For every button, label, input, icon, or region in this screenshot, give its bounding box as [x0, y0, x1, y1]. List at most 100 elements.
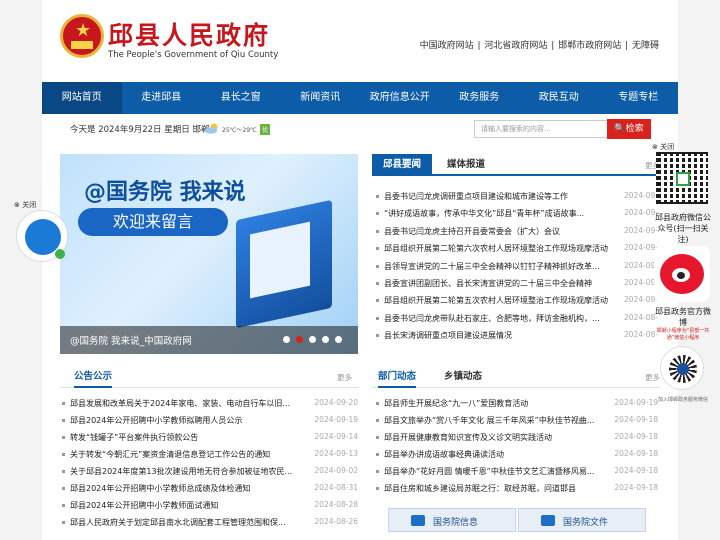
- list-item[interactable]: 县领导宣讲党的二十届三中全会精神以钉钉子精神抓好改革... 2024-09-: [376, 258, 658, 275]
- link-gov-cn[interactable]: 中国政府网站: [420, 41, 474, 51]
- mini-program-qr-icon[interactable]: [660, 346, 704, 390]
- list-item-title[interactable]: 关于邱县2024年度第13批次建设用地无符合参加被征地农民...: [70, 466, 292, 477]
- list-item-title[interactable]: 关于转发“今朝汇元”案资金清退信息登记工作公告的通知: [70, 449, 270, 460]
- tab-county-news[interactable]: 邱县要闻: [372, 154, 432, 176]
- list-item[interactable]: 邱县文旅举办“赏八千年文化 展三千年风采”中秋佳节视曲... 2024-09-18: [376, 412, 658, 429]
- search-input[interactable]: 请输入要搜索的内容...: [474, 120, 608, 138]
- list-item-title[interactable]: 县委书记闫龙虎调研重点项目建设和城市建设等工作: [384, 191, 568, 202]
- carousel-dot[interactable]: [322, 336, 329, 343]
- national-emblem-icon[interactable]: ★: [60, 14, 104, 58]
- tab-media[interactable]: 媒体报道: [436, 154, 496, 176]
- list-item[interactable]: 邱县举办“花好月圆 情暖千恩”中秋佳节文艺汇演暨移风易... 2024-09-18: [376, 463, 658, 480]
- date-text: 今天是 2024年9月22日 星期日 邯郸: [70, 125, 210, 135]
- list-item-title[interactable]: 转发“钱罐子”平台案件执行领款公告: [70, 432, 198, 443]
- bullet-icon: [376, 299, 379, 303]
- bullet-icon: [376, 470, 379, 473]
- bullet-icon: [62, 453, 65, 456]
- list-item[interactable]: “讲好成语故事，传承中华文化”邱县“青年杯”成语故事... 2024-09-: [376, 205, 658, 222]
- list-item[interactable]: 关于邱县2024年度第13批次建设用地无符合参加被征地农民... 2024-09-…: [62, 463, 358, 480]
- list-item[interactable]: 邱县2024年公开招聘中小学教师总成绩及体检通知 2024-08-31: [62, 480, 358, 497]
- list-item-title[interactable]: 邱县2024年公开招聘中小学教师拟聘用人员公示: [70, 415, 242, 426]
- list-item[interactable]: 县长宋涛调研重点项目建设进展情况 2024-08-: [376, 327, 658, 344]
- service-gov-docs-button[interactable]: 国务院文件: [518, 508, 646, 532]
- list-item-title[interactable]: 邱县组织开展第二轮第六次农村人居环境整治工作现场观摩活动: [384, 243, 608, 254]
- carousel-dot[interactable]: [309, 336, 316, 343]
- list-item[interactable]: 县委书记闫龙虎带队赴石家庄、合肥等地，拜访金融机构，... 2024-08-: [376, 310, 658, 327]
- list-item[interactable]: 邱县发展和改革局关于2024年家电、家装、电动自行车以旧... 2024-09-2…: [62, 395, 358, 412]
- list-item-title[interactable]: 邱县组织开展第二轮第五次农村人居环境整治工作现场观摩活动: [384, 295, 608, 306]
- list-item-title[interactable]: 县委书记闫龙虎主持召开县委常委会（扩大）会议: [384, 226, 560, 237]
- list-item-title[interactable]: 县领导宣讲党的二十届三中全会精神以钉钉子精神抓好改革...: [384, 261, 600, 272]
- badge-green-dot: [55, 249, 65, 259]
- list-item[interactable]: 县委宣讲团副团长、县长宋涛宣讲党的二十届三中全会精神 2024-09-: [376, 275, 658, 292]
- list-item[interactable]: 邱县2024年公开招聘中小学教师拟聘用人员公示 2024-09-19: [62, 412, 358, 429]
- close-label: 关闭: [660, 143, 675, 151]
- list-item-title[interactable]: 邱县人民政府关于划定邱县南水北调配套工程管理范围和保...: [70, 517, 286, 528]
- list-item-title[interactable]: 邱县发展和改革局关于2024年家电、家装、电动自行车以旧...: [70, 398, 290, 409]
- main-nav: 网站首页 走进邱县 县长之窗 新闻资讯 政府信息公开 政务服务 政民互动 专题专…: [42, 82, 678, 114]
- list-item[interactable]: 邱县组织开展第二轮第六次农村人居环境整治工作现场观摩活动 2024-09-: [376, 240, 658, 257]
- list-item-title[interactable]: 邱县住房和城乡建设局苏眠之行：取经苏眠，问道邯县: [384, 483, 576, 494]
- list-item[interactable]: 邱县组织开展第二轮第五次农村人居环境整治工作现场观摩活动 2024-09-: [376, 292, 658, 309]
- search-button[interactable]: 🔍检索: [607, 119, 651, 139]
- close-button[interactable]: ⊗ 关闭: [652, 142, 714, 152]
- tab-dept-news[interactable]: 部门动态: [378, 366, 417, 388]
- date-bar: 今天是 2024年9月22日 星期日 邯郸 25℃～29℃ 优 请输入要搜索的内…: [42, 114, 678, 144]
- banner-carousel[interactable]: @国务院 我来说 欢迎来留言 @国务院 我来说_中国政府网: [60, 154, 358, 354]
- list-item[interactable]: 邱县师生开展纪念“九一八”爱国教育活动 2024-09-19: [376, 395, 658, 412]
- nav-topics[interactable]: 专题专栏: [599, 82, 679, 114]
- nav-interaction[interactable]: 政民互动: [519, 82, 599, 114]
- nav-gov-info[interactable]: 政府信息公开: [360, 82, 440, 114]
- list-item[interactable]: 县委书记闫龙虎调研重点项目建设和城市建设等工作 2024-09-: [376, 188, 658, 205]
- link-hebei[interactable]: 河北省政府网站: [484, 41, 547, 51]
- link-handan[interactable]: 邯郸市政府网站: [558, 41, 621, 51]
- list-item-title[interactable]: 邱县2024年公开招聘中小学教师总成绩及体检通知: [70, 483, 250, 494]
- list-item[interactable]: 邱县人民政府关于划定邱县南水北调配套工程管理范围和保... 2024-08-26: [62, 514, 358, 531]
- list-item-title[interactable]: “讲好成语故事，传承中华文化”邱县“青年杯”成语故事...: [384, 208, 584, 219]
- mini-qr-logo: [677, 363, 689, 375]
- bullet-icon: [376, 264, 379, 268]
- list-item[interactable]: 关于转发“今朝汇元”案资金清退信息登记工作公告的通知 2024-09-13: [62, 446, 358, 463]
- list-item-title[interactable]: 邱县2024年公开招聘中小学教师面试通知: [70, 500, 218, 511]
- tab-notices[interactable]: 公告公示: [74, 366, 113, 388]
- service-gov-info-button[interactable]: 国务院信息: [388, 508, 516, 532]
- tab-town-news[interactable]: 乡镇动态: [444, 366, 482, 388]
- list-item-title[interactable]: 邱县举办讲成语故事经典诵读活动: [384, 449, 504, 460]
- list-item-title[interactable]: 邱县开展健康教育知识宣传及义诊文明实践活动: [384, 432, 552, 443]
- list-item[interactable]: 邱县住房和城乡建设局苏眠之行：取经苏眠，问道邯县 2024-09-18: [376, 480, 658, 497]
- nav-county-head[interactable]: 县长之窗: [201, 82, 281, 114]
- bullet-icon: [62, 402, 65, 405]
- nav-news[interactable]: 新闻资讯: [281, 82, 361, 114]
- weibo-icon[interactable]: [654, 246, 710, 302]
- list-item-title[interactable]: 邱县文旅举办“赏八千年文化 展三千年风采”中秋佳节视曲...: [384, 415, 594, 426]
- notices-more-link[interactable]: 更多: [337, 372, 352, 383]
- carousel-dot[interactable]: [335, 336, 342, 343]
- nav-about[interactable]: 走进邱县: [122, 82, 202, 114]
- carousel-dot[interactable]: [283, 336, 290, 343]
- link-accessibility[interactable]: 无障碍: [632, 41, 659, 51]
- list-item[interactable]: 转发“钱罐子”平台案件执行领款公告 2024-09-14: [62, 429, 358, 446]
- carousel-dot-active[interactable]: [296, 336, 303, 343]
- bullet-icon: [62, 470, 65, 473]
- list-item-date: 2024-09-18: [614, 466, 658, 475]
- list-item-date: 2024-08-28: [314, 500, 358, 509]
- list-item-title[interactable]: 县委书记闫龙虎带队赴石家庄、合肥等地，拜访金融机构，...: [384, 313, 600, 324]
- mini-program-caption: 邯郸小程序为“县部一共通”微信小程序: [656, 328, 710, 341]
- list-item-title[interactable]: 县长宋涛调研重点项目建设进展情况: [384, 330, 512, 341]
- close-button[interactable]: ⊗ 关闭: [14, 200, 70, 210]
- list-item-title[interactable]: 邱县师生开展纪念“九一八”爱国教育活动: [384, 398, 528, 409]
- banner-caption[interactable]: @国务院 我来说_中国政府网: [70, 333, 192, 347]
- nav-home[interactable]: 网站首页: [42, 82, 122, 114]
- list-item[interactable]: 邱县开展健康教育知识宣传及义诊文明实践活动 2024-09-18: [376, 429, 658, 446]
- list-item[interactable]: 邱县2024年公开招聘中小学教师面试通知 2024-08-28: [62, 497, 358, 514]
- site-title[interactable]: 邱县人民政府: [108, 16, 270, 52]
- list-item-title[interactable]: 邱县举办“花好月圆 情暖千恩”中秋佳节文艺汇演暨移风易...: [384, 466, 594, 477]
- list-item-title[interactable]: 县委宣讲团副团长、县长宋涛宣讲党的二十届三中全会精神: [384, 278, 592, 289]
- page: ★ 邱县人民政府 The People's Government of Qiu …: [0, 0, 720, 540]
- nav-services[interactable]: 政务服务: [440, 82, 520, 114]
- list-item-date: 2024-09-20: [314, 398, 358, 407]
- list-item[interactable]: 县委书记闫龙虎主持召开县委常委会（扩大）会议 2024-09-: [376, 223, 658, 240]
- service-badge-icon[interactable]: [16, 210, 68, 262]
- list-item[interactable]: 邱县举办讲成语故事经典诵读活动 2024-09-18: [376, 446, 658, 463]
- bullet-icon: [376, 316, 379, 320]
